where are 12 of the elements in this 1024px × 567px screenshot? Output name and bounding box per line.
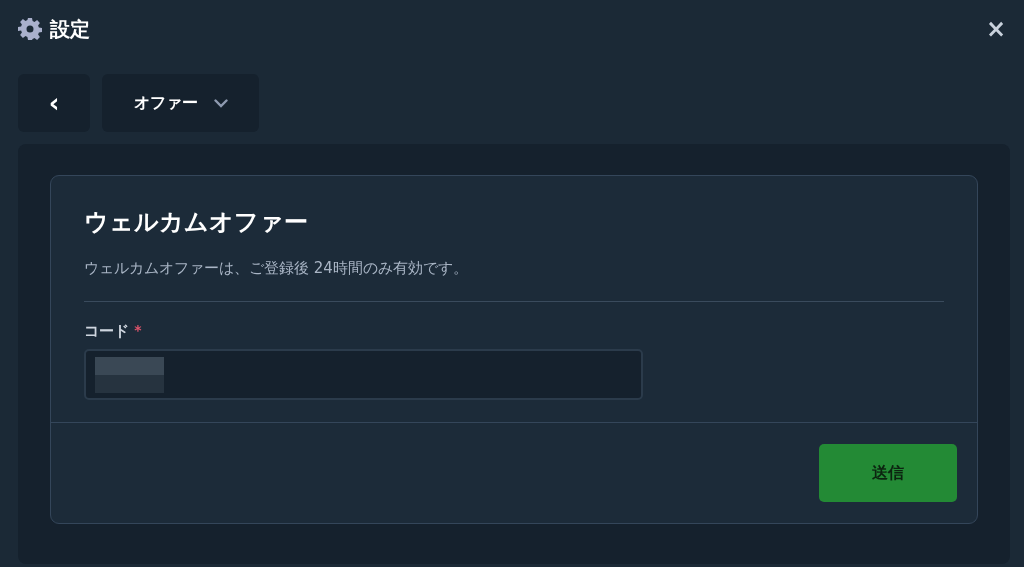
field-label: コード: [84, 322, 129, 341]
window-title: 設定: [50, 16, 90, 43]
chevron-down-icon: [213, 98, 228, 108]
gear-icon: [18, 17, 42, 41]
card-description: ウェルカムオファーは、ご登録後 24時間のみ有効です。: [84, 256, 944, 303]
card-title: ウェルカムオファー: [84, 208, 309, 237]
close-button[interactable]: ×: [981, 17, 1010, 41]
section-dropdown[interactable]: オファー: [102, 74, 259, 132]
required-mark: *: [134, 322, 142, 339]
submit-button[interactable]: 送信: [819, 443, 957, 502]
code-field[interactable]: [84, 348, 643, 400]
back-button[interactable]: ‹: [18, 74, 90, 132]
